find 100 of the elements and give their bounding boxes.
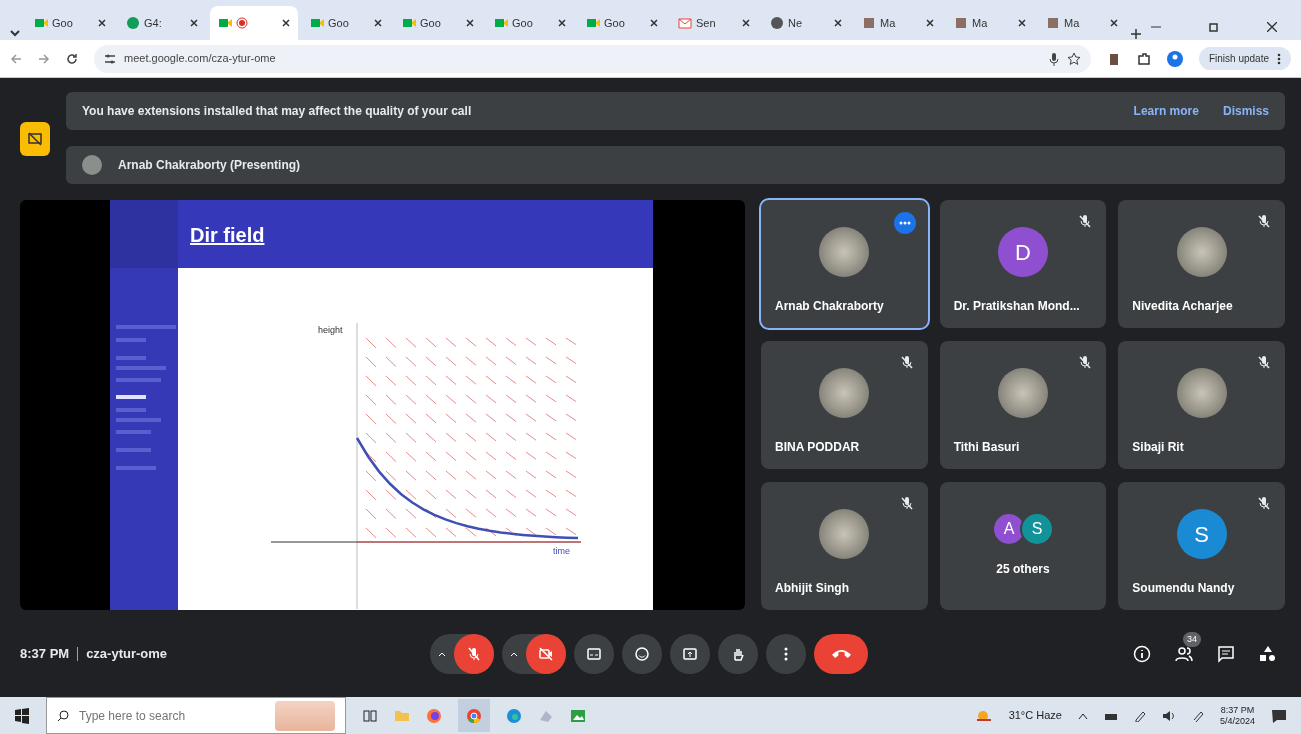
- browser-tab[interactable]: Goo: [394, 6, 482, 40]
- participant-tile[interactable]: Tithi Basuri: [939, 341, 1107, 469]
- tab-title: Ma: [880, 15, 897, 31]
- tab-favicon-icon: [770, 16, 784, 30]
- notification-button[interactable]: [20, 122, 50, 156]
- people-icon[interactable]: [1175, 645, 1193, 664]
- chrome-icon[interactable]: [466, 708, 482, 725]
- forward-icon[interactable]: [38, 52, 50, 65]
- activities-icon[interactable]: [1259, 644, 1277, 663]
- present-screen-icon: [682, 645, 698, 662]
- participant-name: Nivedita Acharjee: [1132, 298, 1233, 315]
- browser-tab[interactable]: Ne: [762, 6, 850, 40]
- close-icon[interactable]: [190, 19, 198, 27]
- more-options-button[interactable]: [893, 212, 916, 234]
- browser-tab[interactable]: Goo: [486, 6, 574, 40]
- participant-count: 34: [1183, 631, 1201, 647]
- browser-tab[interactable]: Goo: [302, 6, 390, 40]
- tab-favicon-icon: [862, 16, 876, 30]
- banner-link[interactable]: Dismiss: [1222, 102, 1269, 120]
- close-icon[interactable]: [1018, 19, 1026, 27]
- present-button[interactable]: [670, 633, 710, 674]
- browser-tab[interactable]: Goo: [26, 6, 114, 40]
- chat-icon[interactable]: [1217, 644, 1235, 663]
- microphone-button[interactable]: [454, 633, 494, 674]
- edge-icon[interactable]: [506, 707, 522, 724]
- close-icon[interactable]: [1110, 19, 1118, 27]
- tab-title: Goo: [604, 15, 626, 31]
- tab-favicon-icon: [126, 16, 140, 30]
- tab-title: Goo: [420, 15, 442, 31]
- browser-tab[interactable]: Goo: [578, 6, 666, 40]
- close-icon[interactable]: [558, 19, 566, 27]
- participant-tile[interactable]: S Soumendu Nandy: [1118, 482, 1285, 610]
- presenter-name: Arnab Chakraborty (Presenting): [118, 157, 301, 174]
- banner-link[interactable]: Learn more: [1133, 102, 1199, 120]
- close-icon[interactable]: [374, 19, 382, 27]
- close-icon[interactable]: [466, 19, 474, 27]
- new-tab-icon[interactable]: [1130, 28, 1142, 40]
- reload-icon[interactable]: [66, 52, 78, 65]
- update-button[interactable]: Finish update: [1198, 47, 1291, 70]
- kebab-menu-icon: [1277, 52, 1281, 65]
- close-icon[interactable]: [834, 19, 842, 27]
- participant-tile[interactable]: BINA PODDAR: [761, 341, 928, 469]
- tab-favicon-icon: [402, 16, 416, 30]
- browser-fox-icon[interactable]: [426, 707, 442, 724]
- back-icon[interactable]: [10, 52, 22, 65]
- clock-date[interactable]: 5/4/2024: [1219, 715, 1255, 727]
- participant-name: Soumendu Nandy: [1132, 580, 1235, 597]
- captions-button[interactable]: [574, 633, 614, 674]
- participant-tile[interactable]: Abhijit Singh: [761, 482, 928, 610]
- tab-title: G4:: [144, 15, 163, 31]
- speaker-icon[interactable]: [1161, 709, 1176, 722]
- presentation-off-icon: [28, 132, 42, 146]
- close-icon[interactable]: [926, 19, 934, 27]
- puzzle-icon[interactable]: [1136, 51, 1151, 66]
- notification-icon[interactable]: [1271, 707, 1287, 724]
- microphone-icon[interactable]: [1048, 51, 1059, 66]
- browser-tab[interactable]: Ma: [1038, 6, 1126, 40]
- browser-tab[interactable]: Sen: [670, 6, 758, 40]
- tab-title: Ne: [788, 15, 804, 31]
- caret-icon: [438, 651, 446, 658]
- participant-name: 25 others: [995, 561, 1051, 578]
- task-view-icon[interactable]: [362, 707, 378, 724]
- browser-tab[interactable]: G4:: [118, 6, 206, 40]
- leave-call-button[interactable]: [814, 633, 868, 674]
- avatar-photo-placeholder: [819, 509, 870, 559]
- raise-hand-button[interactable]: [718, 633, 758, 674]
- windows-start-icon[interactable]: [14, 707, 30, 724]
- close-icon[interactable]: [282, 19, 290, 27]
- close-icon[interactable]: [1267, 22, 1277, 32]
- participant-tile[interactable]: A S 25 others: [939, 482, 1107, 610]
- participant-tile[interactable]: Nivedita Acharjee: [1118, 200, 1285, 328]
- chevron-up-icon[interactable]: [1077, 711, 1088, 720]
- participant-tile[interactable]: Arnab Chakraborty: [761, 200, 928, 328]
- info-icon[interactable]: [1133, 644, 1151, 663]
- tab-title: Ma: [1064, 15, 1081, 31]
- browser-tab[interactable]: Ma: [854, 6, 942, 40]
- reactions-button[interactable]: [622, 633, 662, 674]
- image-app-icon[interactable]: [570, 707, 586, 724]
- clock-time[interactable]: 8:37 PM: [1220, 704, 1255, 716]
- close-icon[interactable]: [98, 19, 106, 27]
- taskbar-search-box[interactable]: Type here to search: [46, 697, 346, 734]
- camera-button[interactable]: [526, 633, 566, 674]
- pen-icon[interactable]: [1191, 709, 1204, 722]
- close-icon[interactable]: [742, 19, 750, 27]
- avatar-photo-placeholder: [819, 227, 870, 277]
- participant-tile[interactable]: D Dr. Pratikshan Mond...: [939, 200, 1107, 328]
- tab-favicon-icon: [1046, 16, 1060, 30]
- participant-name: Dr. Pratikshan Mond...: [953, 298, 1080, 315]
- taskbar-search-field[interactable]: Type here to search: [77, 705, 267, 726]
- pen-icon[interactable]: [1133, 709, 1146, 722]
- site-settings-icon[interactable]: [104, 52, 116, 65]
- profile-avatar-icon[interactable]: [1166, 50, 1183, 67]
- tab-favicon-icon: [678, 16, 692, 30]
- browser-tab[interactable]: Ma: [946, 6, 1034, 40]
- participant-tile[interactable]: Sibaji Rit: [1118, 341, 1285, 469]
- participant-name: Abhijit Singh: [775, 580, 849, 597]
- weather-text[interactable]: 31°C Haze: [1008, 707, 1062, 724]
- star-icon[interactable]: [1066, 51, 1081, 66]
- restore-icon[interactable]: [1209, 22, 1219, 32]
- close-icon[interactable]: [650, 19, 658, 27]
